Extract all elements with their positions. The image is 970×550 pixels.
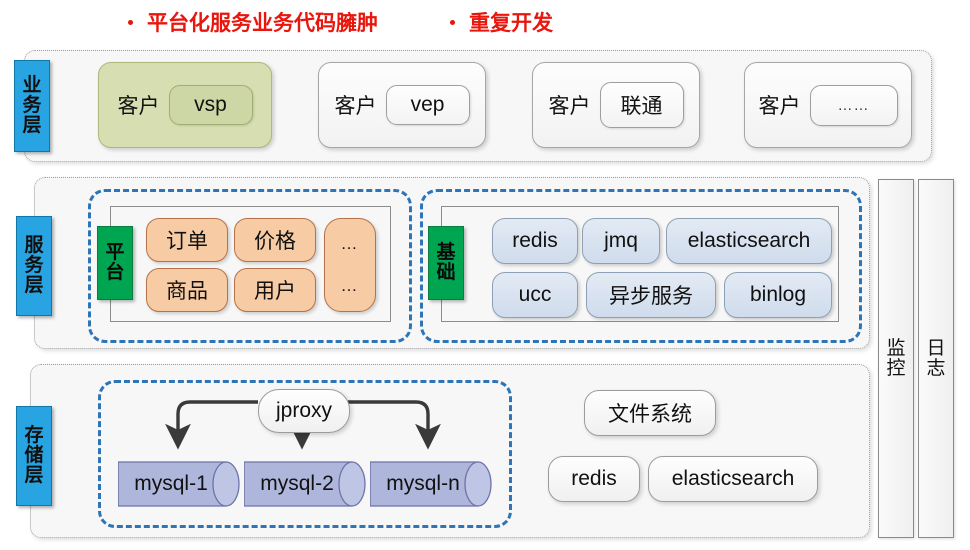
header-bullet-item-1: 平台化服务业务代码臃肿 [128,7,378,37]
business-layer-row: 业 务 层 客户 vsp 客户 vep 客户 联通 客户 …… [0,44,970,166]
storage-pill-elasticsearch-label: elasticsearch [671,467,795,490]
service-layer-tab-char-1: 服 [24,234,44,256]
client-box-more-name: …… [809,84,898,126]
client-box-vsp-label: 客户 [117,95,160,118]
service-pill-redis-label: redis [512,229,558,252]
service-layer-tab-char-2: 务 [24,254,44,276]
storage-pill-file-system-label: 文件系统 [608,403,692,426]
storage-layer-tab: 存 储 层 [16,406,52,506]
client-box-vep-label: 客户 [334,95,377,118]
service-layer-tab: 服 务 层 [16,216,52,316]
business-layer-tab: 业 务 层 [14,60,50,152]
header-bullet-list: 平台化服务业务代码臃肿 重复开发 [0,0,970,44]
service-pill-binlog-label: binlog [749,283,807,306]
service-pill-shangpin[interactable]: 商品 [146,268,228,312]
service-pill-ucc[interactable]: ucc [492,272,578,318]
service-pill-async-service[interactable]: 异步服务 [586,272,716,318]
platform-module-tab-char-2: 台 [105,262,125,283]
service-pill-more-row-2: … [340,276,360,295]
infrastructure-module-tab-char-2: 础 [436,262,456,283]
storage-layer-tab-char-3: 层 [24,465,44,487]
database-mysql-2[interactable]: mysql-2 [244,458,366,510]
service-pill-jmq-label: jmq [604,229,638,252]
storage-layer-tab-char-1: 存 [24,424,44,446]
side-column-logging[interactable]: 日 志 [918,179,954,538]
side-column-monitoring-char-2: 控 [886,357,906,379]
service-pill-jiage-label: 价格 [254,230,296,253]
client-box-vsp[interactable]: 客户 vsp [98,62,272,148]
service-layer-row: 服 务 层 平 台 订单 价格 商品 用户 … … 基 础 redis jmq … [0,174,970,350]
service-pill-dingdan-label: 订单 [166,230,208,253]
service-pill-more[interactable]: … … [324,218,376,312]
service-pill-elasticsearch[interactable]: elasticsearch [666,218,832,264]
storage-layer-row: 存 储 层 jproxy mysql-1 mysql-2 mysql-n 文件系… [0,362,970,547]
header-bullet-text-1: 平台化服务业务代码臃肿 [147,12,378,35]
service-pill-binlog[interactable]: binlog [724,272,832,318]
service-pill-elasticsearch-label: elasticsearch [687,229,811,252]
service-pill-dingdan[interactable]: 订单 [146,218,228,262]
bullet-dot-icon [128,19,133,25]
side-column-monitoring-char-1: 监 [886,337,906,359]
header-bullet-text-2: 重复开发 [469,12,553,35]
client-box-vep-name: vep [385,85,470,125]
database-mysql-n-label: mysql-n [386,472,460,495]
side-column-logging-char-1: 日 [926,337,946,359]
jproxy-node[interactable]: jproxy [258,389,350,433]
side-column-logging-char-2: 志 [926,357,946,379]
bullet-dot-icon [450,19,455,25]
jproxy-node-label: jproxy [275,399,333,422]
service-pill-yonghu-label: 用户 [254,280,296,303]
header-bullet-item-2: 重复开发 [450,7,553,37]
storage-pill-redis-label: redis [571,467,617,490]
database-mysql-1[interactable]: mysql-1 [118,458,240,510]
business-layer-tab-char-2: 务 [22,94,42,116]
service-pill-shangpin-label: 商品 [166,280,208,303]
client-box-liantong[interactable]: 客户 联通 [532,62,700,148]
platform-module-tab: 平 台 [97,226,133,300]
infrastructure-module-tab: 基 础 [428,226,464,300]
service-pill-jmq[interactable]: jmq [582,218,660,264]
client-box-more[interactable]: 客户 …… [744,62,912,148]
client-box-liantong-name: 联通 [599,82,684,128]
storage-pill-redis[interactable]: redis [548,456,640,502]
database-mysql-1-label: mysql-1 [134,472,208,495]
infrastructure-module-tab-char-1: 基 [436,242,456,264]
architecture-diagram: 业 务 层 客户 vsp 客户 vep 客户 联通 客户 …… 服 务 层 平 … [0,44,970,547]
storage-pill-elasticsearch[interactable]: elasticsearch [648,456,818,502]
client-box-vsp-name: vsp [168,85,253,125]
client-box-liantong-label: 客户 [548,95,591,118]
database-mysql-2-label: mysql-2 [260,472,334,495]
service-pill-ucc-label: ucc [518,283,552,306]
storage-pill-file-system[interactable]: 文件系统 [584,390,716,436]
database-mysql-n[interactable]: mysql-n [370,458,492,510]
service-pill-jiage[interactable]: 价格 [234,218,316,262]
platform-module-tab-char-1: 平 [105,242,125,264]
client-box-vep[interactable]: 客户 vep [318,62,486,148]
service-layer-tab-char-3: 层 [24,275,44,297]
side-column-monitoring[interactable]: 监 控 [878,179,914,538]
service-pill-yonghu[interactable]: 用户 [234,268,316,312]
business-layer-tab-char-1: 业 [22,74,42,96]
service-pill-more-row-1: … [340,234,360,253]
service-pill-redis[interactable]: redis [492,218,578,264]
business-layer-tab-char-3: 层 [22,115,42,137]
client-box-more-label: 客户 [758,95,801,118]
storage-layer-tab-char-2: 储 [24,444,44,466]
service-pill-async-service-label: 异步服务 [609,285,693,308]
